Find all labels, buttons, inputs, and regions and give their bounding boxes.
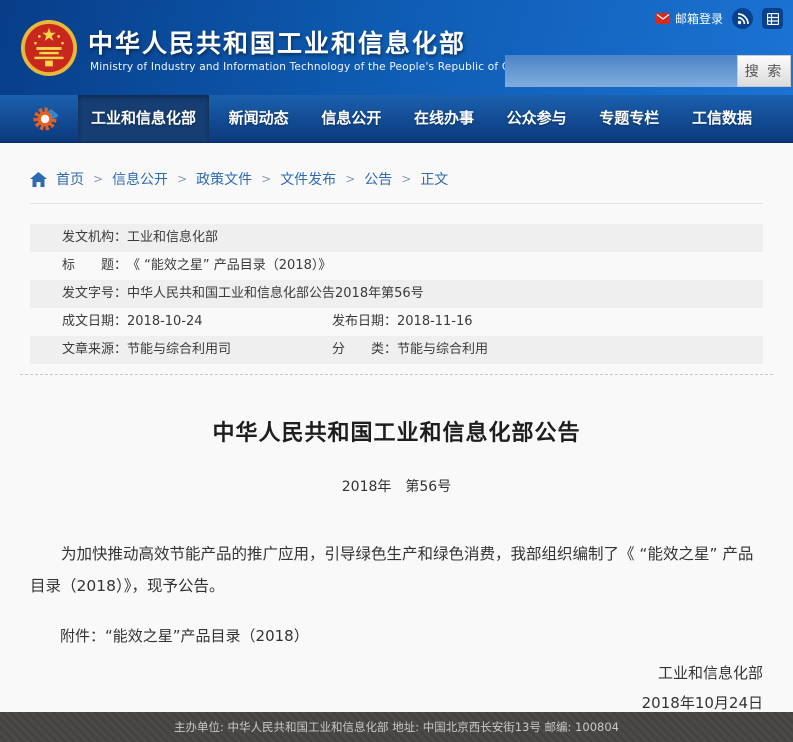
breadcrumb-file-release[interactable]: 文件发布 <box>280 169 336 189</box>
site-footer: 主办单位: 中华人民共和国工业和信息化部 地址: 中国北京西长安街13号 邮编:… <box>0 712 793 742</box>
search-bar: 搜 索 <box>505 55 791 87</box>
meta-value: 2018-10-24 <box>127 308 203 336</box>
meta-value: 《 “能效之星” 产品目录（2018）》 <box>127 252 331 280</box>
breadcrumb-separator: > <box>261 172 271 186</box>
miit-gear-logo-icon <box>32 105 60 133</box>
meta-row-issuing-agency: 发文机构： 工业和信息化部 <box>30 224 763 252</box>
meta-label: 分 类： <box>332 336 397 364</box>
mail-login-link[interactable]: 邮箱登录 <box>656 10 723 27</box>
rss-icon[interactable] <box>732 8 753 29</box>
breadcrumb-home[interactable]: 首页 <box>56 169 84 189</box>
nav-item-miit[interactable]: 工业和信息化部 <box>78 95 209 142</box>
meta-row-source-category: 文章来源： 节能与综合利用司 分 类： 节能与综合利用 <box>30 336 763 364</box>
article-body-paragraph: 为加快推动高效节能产品的推广应用，引导绿色生产和绿色消费，我部组织编制了《 “能… <box>30 538 763 602</box>
meta-label: 成文日期： <box>62 308 127 336</box>
search-input[interactable] <box>505 55 737 87</box>
breadcrumb-separator: > <box>401 172 411 186</box>
breadcrumb-separator: > <box>177 172 187 186</box>
mail-icon <box>656 13 670 24</box>
meta-label: 发文机构： <box>62 224 127 252</box>
national-emblem-icon <box>20 19 78 77</box>
nav-item-data[interactable]: 工信数据 <box>679 95 765 142</box>
breadcrumb-policy-files[interactable]: 政策文件 <box>196 169 252 189</box>
meta-row-dates: 成文日期： 2018-10-24 发布日期： 2018-11-16 <box>30 308 763 336</box>
meta-cell: 分 类： 节能与综合利用 <box>332 336 488 364</box>
meta-cell: 文章来源： 节能与综合利用司 <box>62 336 332 364</box>
breadcrumb-divider <box>30 203 763 204</box>
article-signer: 工业和信息化部 <box>30 662 763 683</box>
topbar: 邮箱登录 <box>656 8 783 29</box>
meta-label: 标 题： <box>62 252 127 280</box>
footer-text: 主办单位: 中华人民共和国工业和信息化部 地址: 中国北京西长安街13号 邮编:… <box>174 720 619 734</box>
meta-row-document-number: 发文字号： 中华人民共和国工业和信息化部公告2018年第56号 <box>30 280 763 308</box>
mail-login-label: 邮箱登录 <box>675 10 723 27</box>
nav-item-info-disclosure[interactable]: 信息公开 <box>308 95 394 142</box>
meta-label: 文章来源： <box>62 336 127 364</box>
meta-cell: 发文机构： 工业和信息化部 <box>62 224 218 252</box>
nav-item-online-services[interactable]: 在线办事 <box>401 95 487 142</box>
site-subtitle: Ministry of Industry and Information Tec… <box>90 61 533 73</box>
article-title: 中华人民共和国工业和信息化部公告 <box>30 415 763 447</box>
search-button[interactable]: 搜 索 <box>737 55 791 87</box>
breadcrumb-separator: > <box>345 172 355 186</box>
meta-value: 工业和信息化部 <box>127 224 218 252</box>
breadcrumb-current[interactable]: 正文 <box>420 169 448 189</box>
content-area: 首页 > 信息公开 > 政策文件 > 文件发布 > 公告 > 正文 发文机构： … <box>0 143 793 712</box>
meta-value: 节能与综合利用司 <box>127 336 231 364</box>
breadcrumb-separator: > <box>93 172 103 186</box>
home-icon[interactable] <box>30 172 47 187</box>
meta-cell: 发文字号： 中华人民共和国工业和信息化部公告2018年第56号 <box>62 280 424 308</box>
meta-value: 2018-11-16 <box>397 308 473 336</box>
grid-icon[interactable] <box>762 8 783 29</box>
meta-label: 发文字号： <box>62 280 127 308</box>
page: { "header": { "site_title": "中华人民共和国工业和信… <box>0 0 793 742</box>
nav-item-public-participation[interactable]: 公众参与 <box>494 95 580 142</box>
meta-cell: 成文日期： 2018-10-24 <box>62 308 332 336</box>
article-attachment-link[interactable]: 附件：“能效之星”产品目录（2018） <box>30 625 763 646</box>
nav-items: 工业和信息化部 新闻动态 信息公开 在线办事 公众参与 专题专栏 工信数据 <box>78 95 765 142</box>
meta-row-title: 标 题： 《 “能效之星” 产品目录（2018）》 <box>30 252 763 280</box>
breadcrumb-info-disclosure[interactable]: 信息公开 <box>112 169 168 189</box>
meta-cell: 发布日期： 2018-11-16 <box>332 308 473 336</box>
dashed-separator <box>20 374 773 375</box>
site-title: 中华人民共和国工业和信息化部 <box>88 24 466 60</box>
nav-item-news[interactable]: 新闻动态 <box>216 95 302 142</box>
breadcrumb-announcement[interactable]: 公告 <box>364 169 392 189</box>
article-sign-date: 2018年10月24日 <box>30 692 763 713</box>
article-issue-number: 2018年 第56号 <box>30 476 763 496</box>
main-nav: 工业和信息化部 新闻动态 信息公开 在线办事 公众参与 专题专栏 工信数据 <box>0 95 793 143</box>
meta-cell: 标 题： 《 “能效之星” 产品目录（2018）》 <box>62 252 331 280</box>
breadcrumb: 首页 > 信息公开 > 政策文件 > 文件发布 > 公告 > 正文 <box>30 143 763 189</box>
meta-label: 发布日期： <box>332 308 397 336</box>
site-header: 中华人民共和国工业和信息化部 Ministry of Industry and … <box>0 0 793 95</box>
document-meta-table: 发文机构： 工业和信息化部 标 题： 《 “能效之星” 产品目录（2018）》 … <box>30 224 763 364</box>
meta-value: 中华人民共和国工业和信息化部公告2018年第56号 <box>127 280 424 308</box>
nav-item-special-topics[interactable]: 专题专栏 <box>586 95 672 142</box>
meta-value: 节能与综合利用 <box>397 336 488 364</box>
